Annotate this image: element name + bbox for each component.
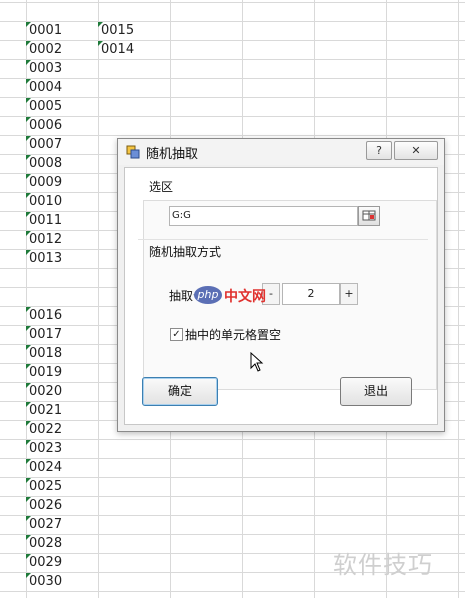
- cell-a9[interactable]: 0009: [26, 173, 62, 192]
- help-button[interactable]: ?: [366, 141, 392, 160]
- cell-a27[interactable]: 0027: [26, 515, 62, 534]
- method-section-label: 随机抽取方式: [149, 245, 222, 259]
- selection-input[interactable]: G:G: [169, 206, 358, 226]
- cell-a1[interactable]: 0001: [26, 21, 62, 40]
- section-divider: [138, 239, 428, 240]
- dialog-titlebar[interactable]: 随机抽取 ? ✕: [118, 139, 444, 165]
- php-watermark-text: 中文网: [224, 289, 266, 305]
- clear-cells-checkbox[interactable]: ✓: [170, 328, 183, 341]
- cell-a13[interactable]: 0013: [26, 249, 62, 268]
- cell-a20[interactable]: 0020: [26, 382, 62, 401]
- cell-a26[interactable]: 0026: [26, 496, 62, 515]
- selection-section-label: 选区: [149, 180, 174, 194]
- close-button[interactable]: ✕: [394, 141, 438, 160]
- cell-a12[interactable]: 0012: [26, 230, 62, 249]
- cell-a10[interactable]: 0010: [26, 192, 62, 211]
- count-input[interactable]: 2: [282, 283, 340, 305]
- cell-a30[interactable]: 0030: [26, 572, 62, 591]
- ok-button[interactable]: 确定: [142, 377, 218, 406]
- cell-a22[interactable]: 0022: [26, 420, 62, 439]
- cell-a4[interactable]: 0004: [26, 78, 62, 97]
- cell-a11[interactable]: 0011: [26, 211, 62, 230]
- cell-a23[interactable]: 0023: [26, 439, 62, 458]
- cell-a29[interactable]: 0029: [26, 553, 62, 572]
- exit-button[interactable]: 退出: [340, 377, 412, 406]
- count-increment-button[interactable]: +: [340, 283, 358, 305]
- range-select-button[interactable]: [358, 206, 380, 226]
- dialog-title: 随机抽取: [146, 147, 199, 162]
- cell-a21[interactable]: 0021: [26, 401, 62, 420]
- range-picker-icon: [362, 210, 376, 221]
- cell-a18[interactable]: 0018: [26, 344, 62, 363]
- cell-b1[interactable]: 0015: [98, 21, 134, 40]
- corner-watermark: 软件技巧: [333, 551, 433, 579]
- cell-a24[interactable]: 0024: [26, 458, 62, 477]
- cell-a7[interactable]: 0007: [26, 135, 62, 154]
- cell-a19[interactable]: 0019: [26, 363, 62, 382]
- php-watermark-badge: php: [194, 286, 222, 304]
- app-icon: [126, 145, 140, 159]
- cell-a25[interactable]: 0025: [26, 477, 62, 496]
- cell-b2[interactable]: 0014: [98, 40, 134, 59]
- cell-a3[interactable]: 0003: [26, 59, 62, 78]
- cell-a8[interactable]: 0008: [26, 154, 62, 173]
- cell-a28[interactable]: 0028: [26, 534, 62, 553]
- cell-a17[interactable]: 0017: [26, 325, 62, 344]
- clear-cells-label[interactable]: 抽中的单元格置空: [185, 326, 281, 343]
- cell-a2[interactable]: 0002: [26, 40, 62, 59]
- random-pick-dialog: 随机抽取 ? ✕ 选区 G:G 随机抽取方式 抽取个数: - 2 + ✓ 抽中的…: [117, 138, 445, 432]
- mouse-cursor-icon: [250, 352, 264, 372]
- cell-a5[interactable]: 0005: [26, 97, 62, 116]
- cell-a6[interactable]: 0006: [26, 116, 62, 135]
- cell-a16[interactable]: 0016: [26, 306, 62, 325]
